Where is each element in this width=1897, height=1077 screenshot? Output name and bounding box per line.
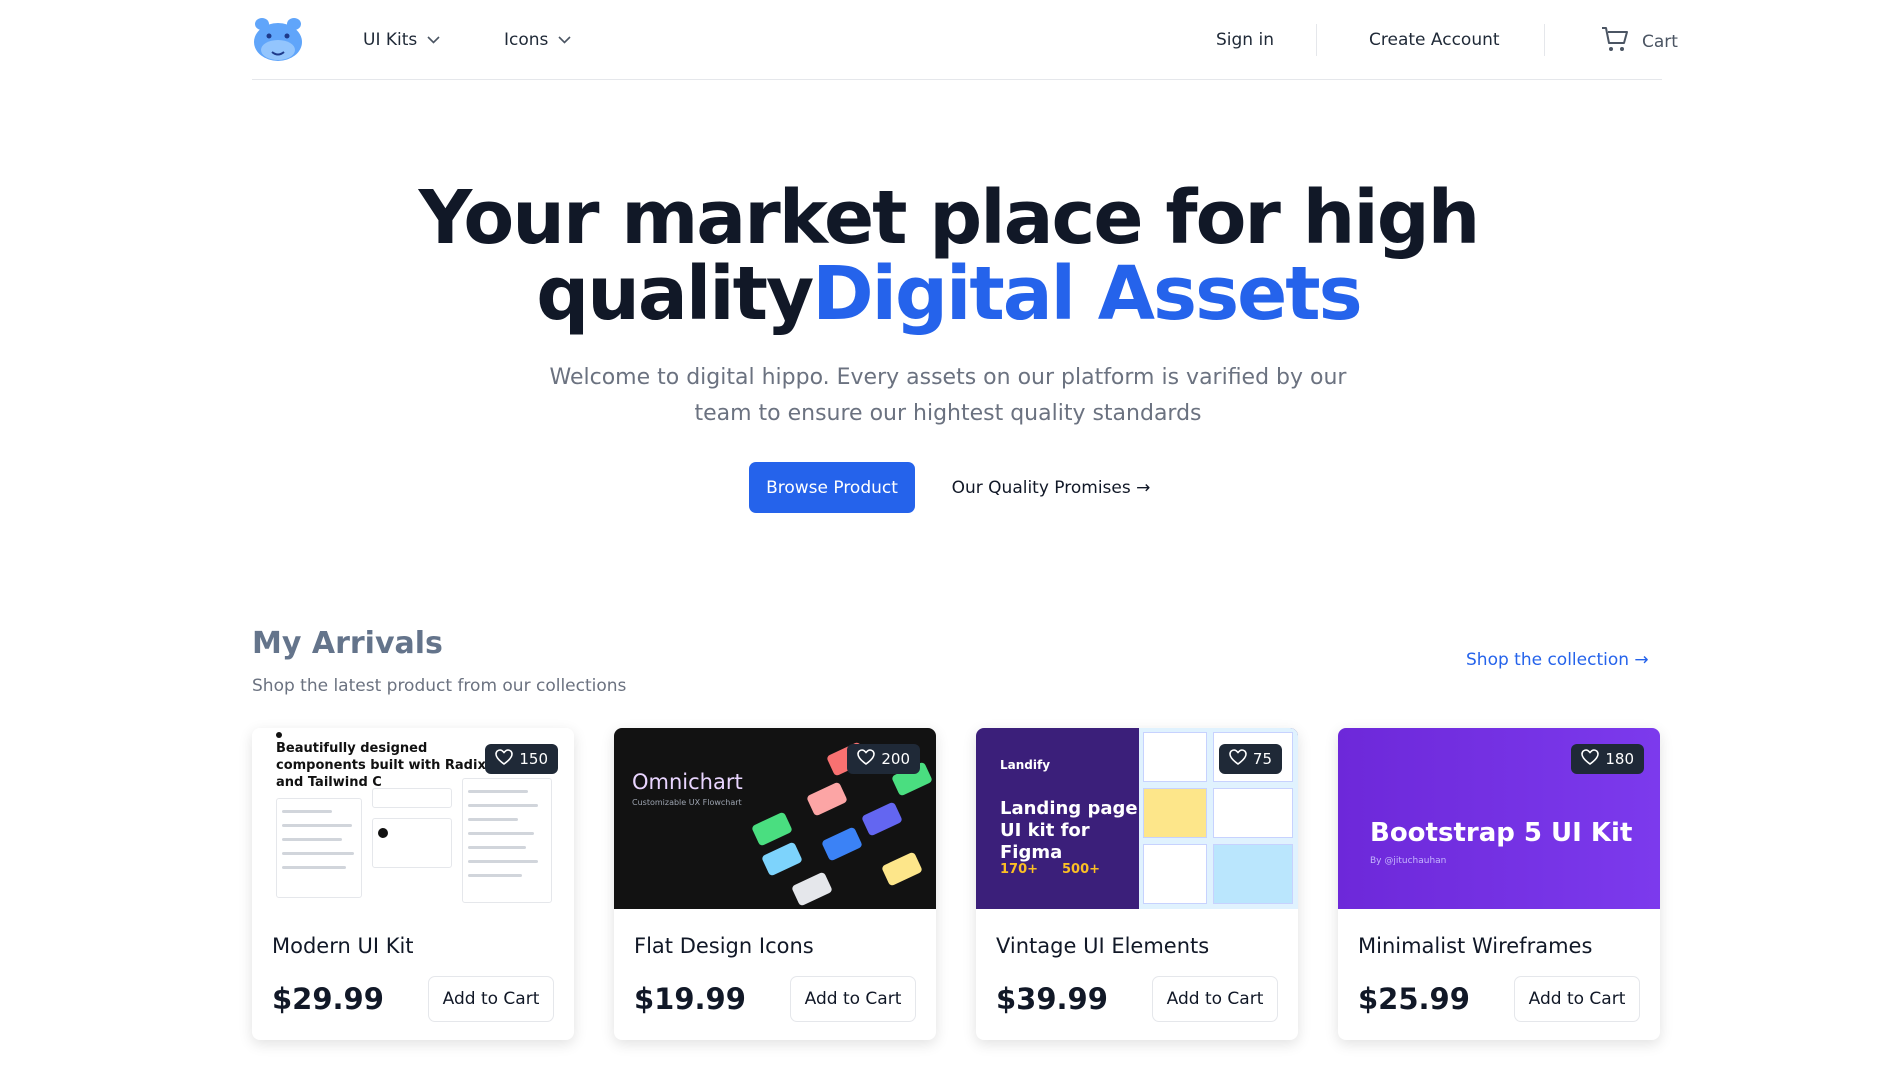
product-name[interactable]: Vintage UI Elements	[996, 934, 1209, 958]
mock-line	[468, 874, 522, 877]
image-dot	[276, 732, 282, 738]
add-to-cart-button[interactable]: Add to Cart	[428, 976, 554, 1022]
product-price: $39.99	[996, 982, 1108, 1016]
shop-collection-link[interactable]: Shop the collection →	[1466, 650, 1649, 670]
mock-line	[468, 790, 528, 793]
hero-title-line2: qualityDigital Assets	[0, 256, 1897, 332]
mock-screen	[1143, 788, 1207, 838]
flow-tile	[791, 871, 833, 907]
product-card[interactable]: Landify Landing page UI kit for Figma 17…	[976, 728, 1298, 1040]
product-name[interactable]: Modern UI Kit	[272, 934, 414, 958]
mock-screen	[1213, 844, 1293, 904]
mock-line	[282, 838, 342, 841]
mock-line	[468, 804, 538, 807]
likes-badge[interactable]: 150	[485, 744, 558, 774]
sign-in-link[interactable]: Sign in	[1216, 30, 1274, 50]
flow-tile	[821, 826, 863, 862]
product-image-title: Omnichart	[632, 770, 743, 794]
flow-tile	[861, 801, 903, 837]
product-card[interactable]: Bootstrap 5 UI Kit By @jituchauhan 180 M…	[1338, 728, 1660, 1040]
section-title: My Arrivals	[252, 626, 443, 661]
product-name[interactable]: Minimalist Wireframes	[1358, 934, 1592, 958]
quality-promises-button[interactable]: Our Quality Promises →	[946, 462, 1156, 513]
section-subtitle: Shop the latest product from our collect…	[252, 676, 627, 696]
product-price: $19.99	[634, 982, 746, 1016]
product-price: $29.99	[272, 982, 384, 1016]
product-price: $25.99	[1358, 982, 1470, 1016]
create-account-link[interactable]: Create Account	[1369, 30, 1500, 50]
mock-panel	[372, 788, 452, 808]
flow-tile	[751, 811, 793, 847]
product-image-stat: 500+	[1062, 862, 1101, 877]
nav-divider	[1316, 24, 1317, 56]
mock-avatar	[378, 828, 388, 838]
flow-tile	[761, 841, 803, 877]
product-image-stat: 170+	[1000, 862, 1039, 877]
hero-subtitle: Welcome to digital hippo. Every assets o…	[549, 365, 1347, 426]
hero-title-accent: Digital Assets	[812, 251, 1363, 337]
icons-menu[interactable]: Icons	[504, 30, 571, 50]
mock-panel	[276, 798, 362, 898]
mock-screen	[1143, 844, 1207, 904]
hero-title: Your market place for high qualityDigita…	[0, 180, 1897, 332]
ui-kits-label: UI Kits	[363, 30, 418, 50]
mock-panel	[372, 818, 452, 868]
product-card[interactable]: Omnichart Customizable UX Flowchart 200 …	[614, 728, 936, 1040]
hero-title-plain: quality	[536, 251, 814, 337]
likes-count: 200	[881, 750, 910, 768]
hero-title-line1: Your market place for high	[418, 175, 1481, 261]
cart-button[interactable]: Cart	[1600, 24, 1678, 59]
product-name[interactable]: Flat Design Icons	[634, 934, 814, 958]
product-image-title: Bootstrap 5 UI Kit	[1370, 818, 1633, 848]
product-card[interactable]: Beautifully designed components built wi…	[252, 728, 574, 1040]
heart-icon	[1229, 749, 1247, 769]
mock-line	[282, 852, 354, 855]
product-image-subtitle: By @jituchauhan	[1370, 856, 1447, 866]
cart-icon	[1600, 24, 1630, 59]
mock-line	[282, 866, 346, 869]
ui-kits-menu[interactable]: UI Kits	[363, 30, 440, 50]
mock-line	[468, 832, 534, 835]
add-to-cart-button[interactable]: Add to Cart	[790, 976, 916, 1022]
mock-line	[468, 818, 518, 821]
hippo-logo-icon[interactable]	[252, 16, 304, 62]
likes-count: 150	[519, 750, 548, 768]
mock-screen	[1213, 788, 1293, 838]
add-to-cart-button[interactable]: Add to Cart	[1514, 976, 1640, 1022]
likes-count: 180	[1605, 750, 1634, 768]
flow-tile	[806, 781, 848, 817]
mock-panel	[462, 778, 552, 903]
mock-line	[282, 824, 352, 827]
cart-label: Cart	[1642, 31, 1678, 52]
likes-badge[interactable]: 75	[1218, 744, 1282, 774]
chevron-down-icon	[427, 33, 440, 47]
heart-icon	[857, 749, 876, 769]
add-to-cart-button[interactable]: Add to Cart	[1152, 976, 1278, 1022]
browse-product-button[interactable]: Browse Product	[749, 462, 915, 513]
likes-count: 75	[1252, 750, 1272, 768]
likes-badge[interactable]: 200	[847, 744, 920, 774]
product-image-brand: Landify	[1000, 758, 1051, 772]
icons-label: Icons	[504, 30, 549, 50]
mock-screen	[1143, 732, 1207, 782]
mock-line	[468, 846, 526, 849]
chevron-down-icon	[558, 33, 571, 47]
likes-badge[interactable]: 180	[1571, 744, 1644, 774]
top-nav: UI Kits Icons Sign in Create Account Car…	[252, 0, 1678, 80]
product-image-subtitle: Customizable UX Flowchart	[632, 798, 742, 807]
mock-line	[282, 810, 332, 813]
flow-tile	[881, 851, 923, 887]
product-image-title: Landing page UI kit for Figma	[1000, 798, 1138, 863]
mock-line	[468, 860, 538, 863]
heart-icon	[1581, 749, 1600, 769]
nav-divider	[1544, 24, 1545, 56]
heart-icon	[495, 749, 514, 769]
